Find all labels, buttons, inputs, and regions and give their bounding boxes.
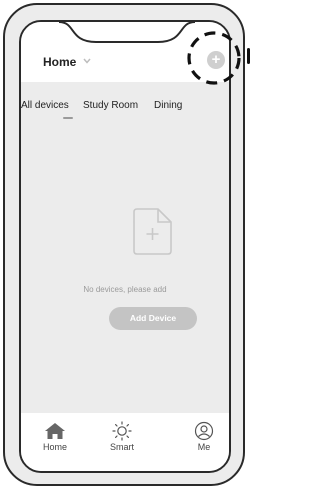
- add-document-icon: [133, 208, 172, 255]
- page-title[interactable]: Home: [43, 55, 76, 69]
- room-tabs: All devices Study Room Dining ···: [21, 100, 229, 120]
- home-icon: [45, 423, 65, 439]
- bottom-nav: Home Smart Me: [21, 413, 229, 471]
- chevron-down-icon[interactable]: [83, 58, 91, 64]
- nav-smart[interactable]: Smart: [97, 421, 147, 452]
- nav-home[interactable]: Home: [30, 421, 80, 452]
- side-button-mark: [247, 48, 250, 64]
- smart-sun-icon: [112, 421, 132, 441]
- add-device-cta-button[interactable]: Add Device: [109, 307, 197, 330]
- user-icon: [194, 421, 214, 441]
- tab-dining[interactable]: Dining: [154, 100, 182, 111]
- nav-me[interactable]: Me: [179, 421, 229, 452]
- tab-all-devices[interactable]: All devices: [21, 100, 69, 111]
- nav-home-label: Home: [42, 442, 67, 452]
- nav-smart-label: Smart: [109, 442, 134, 452]
- tab-study-room[interactable]: Study Room: [83, 100, 138, 111]
- nav-me-label: Me: [197, 442, 211, 452]
- empty-state-message: No devices, please add: [83, 285, 167, 294]
- highlight-dashed-circle: [187, 31, 241, 85]
- phone-screen: Home + All devices Study Room Dining ···…: [19, 20, 231, 473]
- active-tab-indicator: [63, 117, 73, 119]
